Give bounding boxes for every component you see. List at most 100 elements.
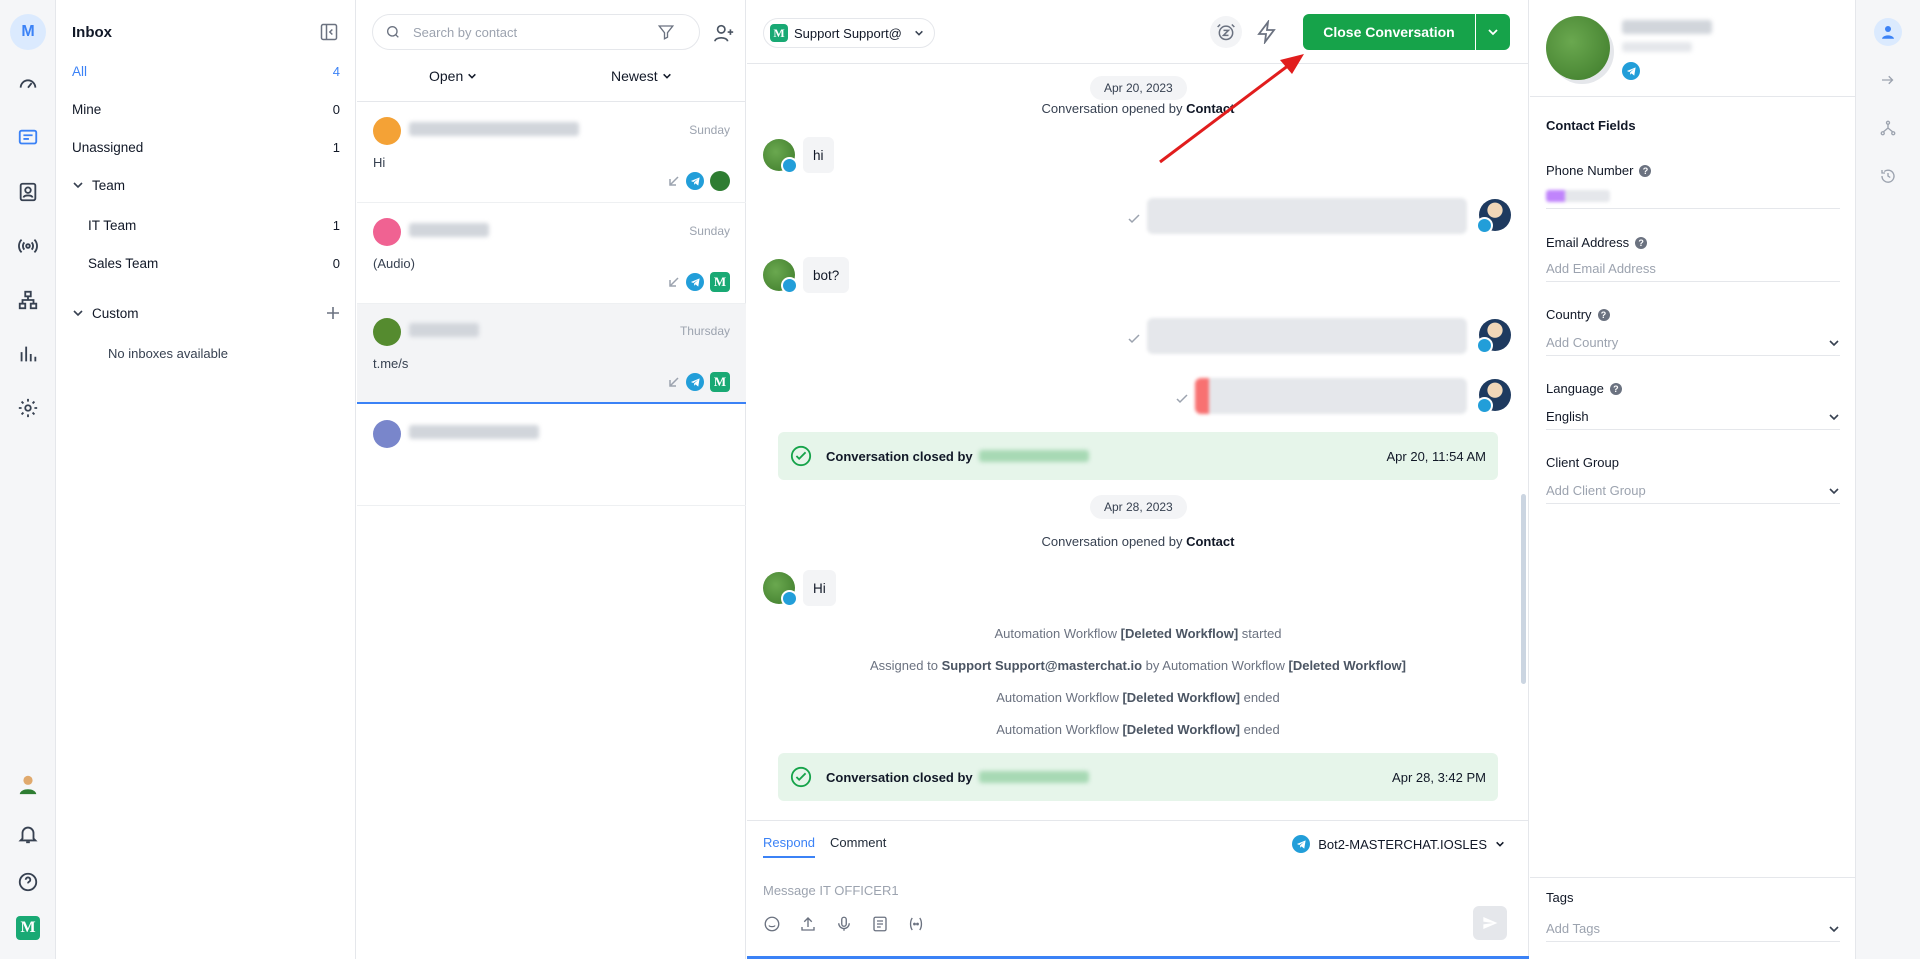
upload-icon[interactable] [799, 915, 817, 933]
date-separator: Apr 20, 2023 [1090, 76, 1187, 100]
contacts-icon[interactable] [14, 178, 42, 206]
message-thread: Apr 20, 2023 Conversation opened by Cont… [747, 64, 1529, 820]
field-placeholder: Add Country [1546, 335, 1619, 350]
channel-name: Bot2-MASTERCHAT.IOSLES [1318, 836, 1487, 852]
sort-dropdown[interactable]: Newest [611, 68, 672, 84]
help-icon[interactable]: ? [1597, 308, 1610, 321]
check-icon [1176, 394, 1188, 404]
contact-profile-icon[interactable] [1874, 18, 1902, 46]
message-input[interactable]: Message IT OFFICER1 [763, 883, 899, 898]
help-icon[interactable]: ? [1639, 164, 1652, 177]
divider [1530, 877, 1856, 878]
assignee-name: Support Support@ [794, 25, 902, 41]
team-group-toggle[interactable]: Team [56, 172, 356, 198]
conversation-item[interactable] [357, 406, 746, 506]
close-options-dropdown[interactable] [1476, 14, 1510, 50]
workflow-event: Automation Workflow [Deleted Workflow] s… [747, 626, 1529, 641]
close-conversation-button[interactable]: Close Conversation [1303, 14, 1475, 50]
conversation-item[interactable]: Sunday Hi [357, 103, 746, 203]
email-field[interactable]: Add Email Address [1546, 256, 1840, 282]
assignee-avatar [710, 171, 730, 191]
settings-icon[interactable] [14, 394, 42, 422]
conversation-item-selected[interactable]: Thursday t.me/s M [357, 304, 746, 404]
chevron-down-icon [662, 73, 671, 79]
variables-icon[interactable] [907, 915, 925, 933]
inbox-item-label: All [72, 63, 88, 79]
date-separator: Apr 28, 2023 [1090, 495, 1187, 519]
custom-group-label: Custom [92, 305, 139, 321]
contact-avatar [373, 218, 401, 246]
add-contact-icon[interactable] [713, 22, 735, 42]
chevron-down-icon [468, 73, 477, 79]
inbox-item-mine[interactable]: Mine 0 [56, 96, 356, 122]
search-input[interactable]: Search by contact [372, 14, 700, 50]
thread-scrollbar[interactable] [1521, 494, 1526, 684]
account-avatar[interactable]: M [10, 14, 46, 50]
inbox-item-label: IT Team [88, 217, 137, 233]
inbox-item-all[interactable]: All 4 [56, 58, 356, 84]
client-group-select[interactable]: Add Client Group [1546, 478, 1840, 504]
reports-icon[interactable] [14, 340, 42, 368]
send-button[interactable] [1473, 906, 1507, 940]
inbox-item-unassigned[interactable]: Unassigned 1 [56, 134, 356, 160]
conversation-item[interactable]: Sunday (Audio) M [357, 204, 746, 304]
plus-icon[interactable] [326, 306, 340, 320]
help-icon[interactable] [14, 868, 42, 896]
snooze-icon[interactable] [1210, 16, 1242, 48]
reply-composer: Respond Comment Bot2-MASTERCHAT.IOSLES M… [747, 820, 1529, 959]
collapse-sidebar-icon[interactable] [319, 22, 339, 42]
inbox-sidebar: Inbox All 4 Mine 0 Unassigned 1 Team IT … [56, 0, 356, 959]
custom-group-toggle[interactable]: Custom [56, 300, 356, 326]
emoji-icon[interactable] [763, 915, 781, 933]
inbox-item-sales-team[interactable]: Sales Team 0 [56, 250, 356, 276]
workflows-icon[interactable] [14, 286, 42, 314]
phone-label: Phone Number ? [1546, 163, 1652, 178]
microphone-icon[interactable] [835, 915, 853, 933]
check-circle-icon [790, 445, 812, 467]
template-icon[interactable] [871, 915, 889, 933]
inbox-item-it-team[interactable]: IT Team 1 [56, 212, 356, 238]
assignee-name: Support Support@masterchat.io [941, 658, 1143, 673]
filter-icon[interactable] [657, 23, 675, 41]
help-icon[interactable]: ? [1635, 236, 1648, 249]
conversations-icon[interactable] [14, 124, 42, 152]
redacted-contact-name [409, 223, 489, 237]
bell-icon[interactable] [14, 820, 42, 848]
tab-respond[interactable]: Respond [763, 835, 816, 858]
closed-time: Apr 20, 11:54 AM [1386, 448, 1487, 464]
status-filter-dropdown[interactable]: Open [429, 68, 477, 84]
masterchat-logo: M [14, 914, 42, 942]
team-group-label: Team [92, 177, 126, 193]
workflow-name: [Deleted Workflow] [1288, 658, 1407, 673]
workflow-event: Automation Workflow [Deleted Workflow] e… [747, 722, 1529, 737]
tab-comment[interactable]: Comment [830, 835, 886, 856]
user-avatar[interactable] [14, 770, 42, 798]
contact-panel: Contact Fields Phone Number ? Email Addr… [1530, 0, 1856, 959]
macros-bolt-icon[interactable] [1255, 18, 1279, 46]
assignee-dropdown[interactable]: M Support Support@ [763, 18, 935, 48]
closed-label: Conversation closed by [826, 448, 973, 464]
forward-icon[interactable] [1874, 66, 1902, 94]
telegram-icon [1292, 835, 1311, 853]
inbox-title: Inbox [72, 24, 112, 41]
broadcast-icon[interactable] [14, 232, 42, 260]
country-select[interactable]: Add Country [1546, 330, 1840, 356]
history-icon[interactable] [1874, 162, 1902, 190]
chevron-down-icon [1829, 925, 1839, 932]
search-placeholder: Search by contact [413, 24, 518, 40]
help-icon[interactable]: ? [1609, 382, 1622, 395]
tags-label: Tags [1546, 890, 1573, 905]
contact-avatar [373, 117, 401, 145]
event-text: Assigned to [870, 658, 938, 673]
language-select[interactable]: English [1546, 404, 1840, 430]
phone-field[interactable] [1546, 183, 1840, 209]
tags-select[interactable]: Add Tags [1546, 916, 1840, 942]
check-icon [1128, 214, 1140, 224]
conversation-closed-card: Conversation closed by Apr 28, 3:42 PM [778, 753, 1498, 801]
integration-icon[interactable] [1874, 114, 1902, 142]
closed-label: Conversation closed by [826, 769, 973, 785]
channel-selector[interactable]: Bot2-MASTERCHAT.IOSLES [1292, 835, 1505, 853]
inbox-item-count: 0 [332, 101, 340, 117]
dashboard-icon[interactable] [14, 70, 42, 98]
closed-time: Apr 28, 3:42 PM [1392, 769, 1486, 785]
